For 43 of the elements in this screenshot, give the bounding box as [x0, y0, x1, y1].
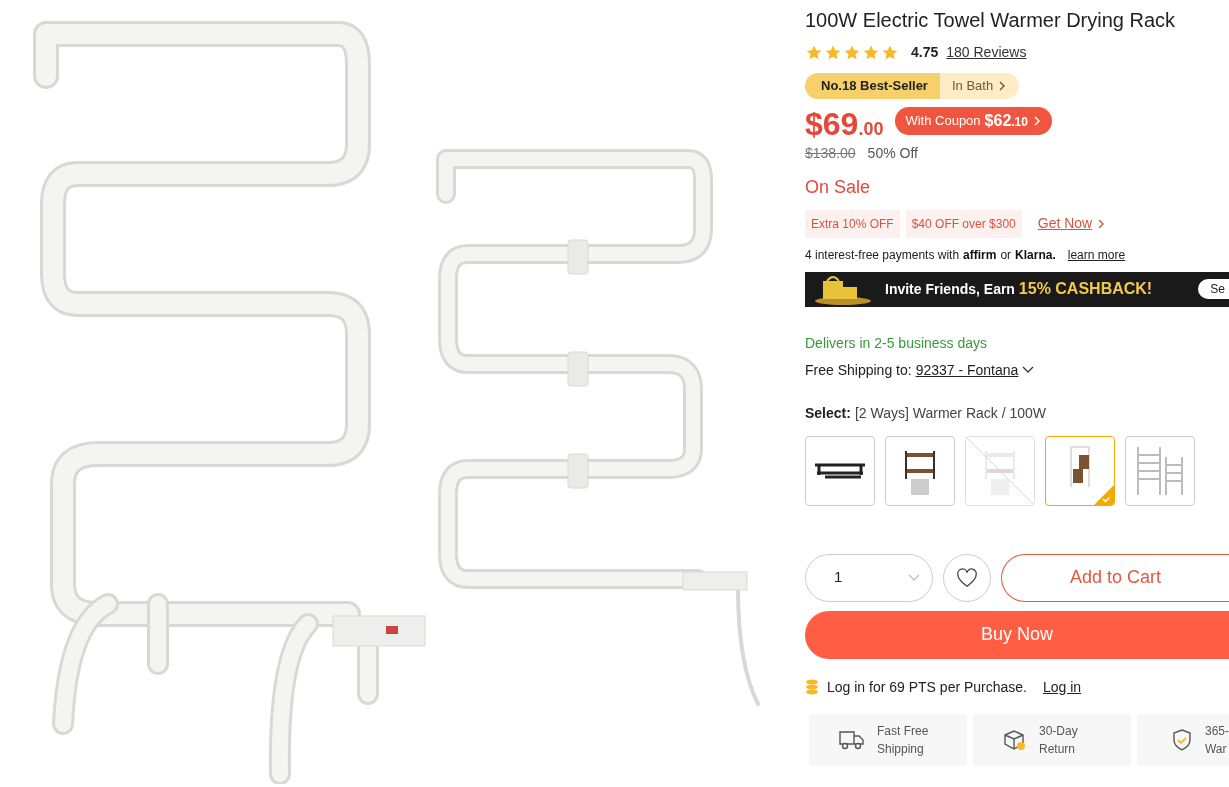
select-label: Select:: [805, 403, 851, 423]
truck-icon: [839, 728, 865, 751]
promo-tag: Extra 10% OFF: [805, 209, 900, 238]
affirm-logo: affirm: [963, 246, 997, 264]
promo-tag: $40 OFF over $300: [905, 209, 1022, 238]
variant-option[interactable]: [885, 435, 955, 506]
location-link[interactable]: 92337 - Fontana: [915, 359, 1019, 381]
feature-text: 365- War: [1204, 722, 1229, 758]
chevron-down-icon: [908, 573, 920, 582]
quantity-select[interactable]: 1: [805, 553, 933, 602]
select-value: [2 Ways] Warmer Rack / 100W: [854, 403, 1047, 423]
unavailable-slash-icon: [966, 436, 1034, 505]
shipping-label: Free Shipping to:: [805, 360, 912, 380]
product-title: 100W Electric Towel Warmer Drying Rack: [805, 8, 1177, 32]
rating-score: 4.75: [911, 43, 939, 62]
klarna-logo: Klarna.: [1015, 246, 1056, 264]
banner-button[interactable]: Se: [1198, 279, 1229, 299]
shopping-bags-icon: [813, 273, 873, 305]
best-seller-badge: No.18 Best-Seller: [805, 73, 940, 99]
sale-price: $69.00: [805, 106, 884, 143]
original-price: $138.00: [805, 143, 856, 163]
chevron-down-icon: [1022, 365, 1035, 375]
discount-text: 50% Off: [867, 143, 918, 163]
delivery-text: Delivers in 2-5 business days: [805, 333, 989, 353]
installments-text: 4 interest-free payments with: [805, 246, 960, 264]
variant-option[interactable]: [805, 435, 875, 506]
shield-icon: [1171, 727, 1193, 752]
points-text: Log in for 69 PTS per Purchase.: [827, 677, 1027, 697]
get-now-link[interactable]: Get Now: [1037, 213, 1107, 234]
feature-text: Fast Free Shipping: [877, 722, 929, 758]
or-text: or: [1000, 246, 1012, 264]
learn-more-link[interactable]: learn more: [1067, 245, 1126, 264]
on-sale-label: On Sale: [805, 175, 872, 198]
feature-text: 30-Day Return: [1039, 722, 1078, 758]
banner-text: Invite Friends, Earn 15% CASHBACK!: [885, 279, 1153, 299]
box-icon: [1003, 727, 1027, 752]
heart-icon: [956, 567, 978, 588]
category-link[interactable]: In Bath: [939, 73, 1020, 99]
coins-icon: [805, 679, 819, 695]
login-link[interactable]: Log in: [1043, 676, 1082, 698]
reviews-link[interactable]: 180 Reviews: [946, 42, 1027, 63]
selected-check-icon: [1094, 484, 1114, 505]
variant-option[interactable]: [1045, 435, 1115, 506]
